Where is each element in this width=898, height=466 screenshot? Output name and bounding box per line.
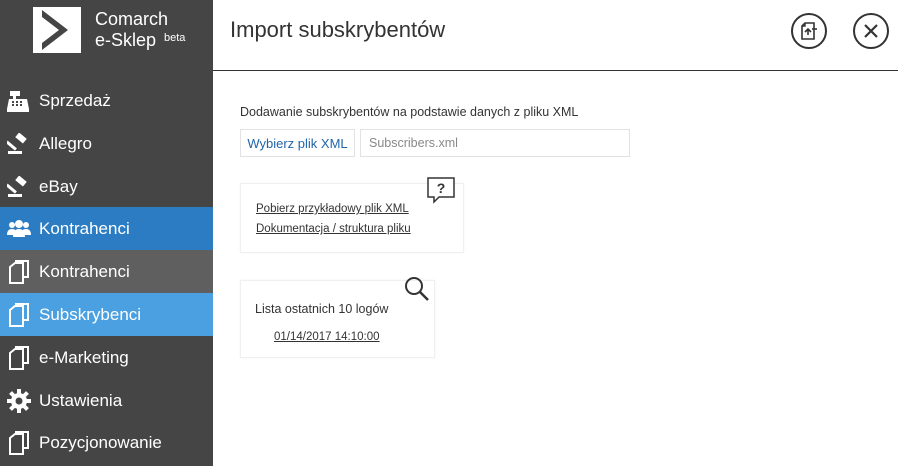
file-documentation-link[interactable]: Dokumentacja / struktura pliku [256,223,411,235]
page-header: Import subskrybentów [213,0,898,71]
sidebar-item-label: e-Marketing [39,347,129,367]
comarch-logo-icon [33,7,81,53]
download-sample-xml-link[interactable]: Pobierz przykładowy plik XML [256,203,409,215]
sidebar-item-label: Ustawienia [39,390,123,410]
sidebar-item-pozycjonowanie[interactable]: Pozycjonowanie [0,421,213,464]
logo-beta-badge: beta [164,32,186,44]
sidebar-item-ebay[interactable]: eBay [0,165,213,208]
sidebar-item-kontrahenci-section[interactable]: Kontrahenci [0,207,213,250]
sidebar-item-label: eBay [39,176,78,196]
sidebar-item-e-marketing[interactable]: e-Marketing [0,336,213,379]
sidebar-item-ustawienia[interactable]: Ustawienia [0,379,213,422]
sidebar-item-label: Kontrahenci [39,261,130,281]
gavel-icon [6,131,32,157]
gear-icon [6,388,32,414]
app-window: Comarch e-Sklep beta Sprzedaż Allegro eB… [0,0,898,466]
logo-text-comarch: Comarch [95,9,169,29]
document-icon [6,259,32,285]
sidebar-item-label: Subskrybenci [39,304,142,324]
sidebar-item-allegro[interactable]: Allegro [0,122,213,165]
sidebar-item-label: Kontrahenci [39,218,130,238]
sidebar-item-label: Pozycjonowanie [39,432,162,452]
gavel-icon [6,174,32,200]
close-icon [864,24,878,38]
file-name-field[interactable] [360,129,630,157]
cash-register-icon [6,88,32,114]
magnifier-icon[interactable] [403,275,431,303]
document-icon [6,345,32,371]
logo: Comarch e-Sklep beta [0,0,213,70]
export-button[interactable] [791,13,827,49]
log-entry-link[interactable]: 01/14/2017 14:10:00 [274,331,380,343]
sidebar-item-sprzedaz[interactable]: Sprzedaż [0,79,213,122]
question-mark-icon[interactable]: ? [426,176,456,204]
sidebar-item-label: Sprzedaż [39,90,111,110]
svg-text:?: ? [437,180,446,196]
sidebar-item-subskrybenci[interactable]: Subskrybenci [0,293,213,336]
export-document-icon [801,22,817,40]
logo-text-esklep: e-Sklep [95,30,157,50]
page-title: Import subskrybentów [230,17,446,42]
document-icon [6,430,32,456]
choose-xml-file-button[interactable]: Wybierz plik XML [240,129,355,157]
section-title: Dodawanie subskrybentów na podstawie dan… [240,105,579,119]
users-icon [6,216,32,242]
sidebar-item-label: Allegro [39,133,92,153]
sidebar-item-kontrahenci[interactable]: Kontrahenci [0,250,213,293]
close-button[interactable] [853,13,889,49]
logs-title: Lista ostatnich 10 logów [255,302,389,316]
sidebar: Comarch e-Sklep beta Sprzedaż Allegro eB… [0,0,213,466]
document-icon [6,302,32,328]
